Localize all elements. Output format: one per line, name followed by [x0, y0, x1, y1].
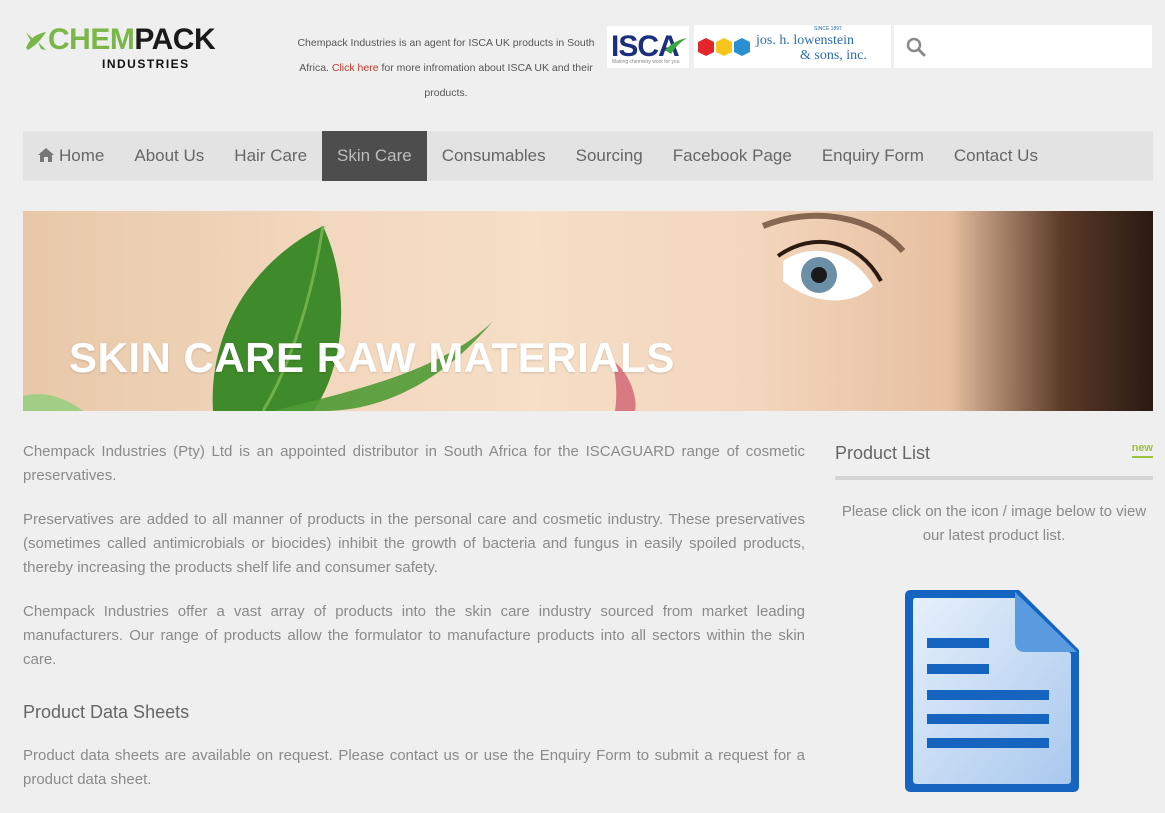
- logo-chem: CHEM: [48, 23, 135, 56]
- home-icon: [38, 148, 54, 162]
- sidebar-title: Product List: [835, 443, 931, 463]
- lowenstein-logo[interactable]: SINCE 1897 jos. h. lowenstein & sons, in…: [694, 25, 891, 68]
- lowenstein-line1: jos. h. lowenstein: [756, 33, 854, 48]
- nav-skin-care[interactable]: Skin Care: [322, 131, 427, 181]
- chempack-logo[interactable]: CHEMPACK INDUSTRIES: [24, 24, 264, 74]
- agent-notice: Chempack Industries is an agent for ISCA…: [290, 31, 602, 106]
- isca-info-link[interactable]: Click here: [332, 62, 379, 74]
- lowenstein-name: jos. h. lowenstein & sons, inc.: [756, 33, 867, 63]
- nav-hair-care[interactable]: Hair Care: [219, 131, 322, 181]
- nav-contact-us[interactable]: Contact Us: [939, 131, 1053, 181]
- sidebar-header: Product List new: [835, 440, 1153, 480]
- lowenstein-line2: & sons, inc.: [800, 48, 867, 63]
- preservatives-paragraph: Preservatives are added to all manner of…: [23, 511, 805, 576]
- hexagons-icon: [698, 38, 750, 56]
- intro-paragraph: Chempack Industries (Pty) Ltd is an appo…: [23, 443, 805, 484]
- search-input[interactable]: [932, 33, 1146, 61]
- sidebar-text: Please click on the icon / image below t…: [841, 503, 1147, 544]
- isca-tagline: Making chemistry work for you: [612, 59, 680, 65]
- search-icon[interactable]: [906, 37, 926, 57]
- nav-facebook-page[interactable]: Facebook Page: [658, 131, 807, 181]
- search-box: [894, 25, 1152, 68]
- document-icon[interactable]: [901, 588, 1083, 796]
- logo-subtitle: INDUSTRIES: [102, 57, 190, 71]
- logo-wordmark: CHEMPACK: [24, 23, 216, 56]
- main-content: Chempack Industries (Pty) Ltd is an appo…: [23, 440, 805, 812]
- data-sheets-paragraph: Product data sheets are available on req…: [23, 747, 805, 788]
- data-sheets-heading: Product Data Sheets: [23, 702, 190, 722]
- banner-title: SKIN CARE RAW MATERIALS: [69, 334, 675, 381]
- nav-sourcing[interactable]: Sourcing: [561, 131, 658, 181]
- swoosh-icon: [665, 38, 687, 54]
- hero-banner: SKIN CARE RAW MATERIALS: [23, 211, 1153, 411]
- nav-consumables[interactable]: Consumables: [427, 131, 561, 181]
- new-badge: new: [1131, 440, 1153, 458]
- lowenstein-since: SINCE 1897: [814, 26, 842, 32]
- nav-about-us[interactable]: About Us: [119, 131, 219, 181]
- logo-pack: PACK: [134, 23, 216, 56]
- main-nav: Home About Us Hair Care Skin Care Consum…: [23, 131, 1153, 181]
- nav-home[interactable]: Home: [23, 131, 119, 181]
- products-paragraph: Chempack Industries offer a vast array o…: [23, 603, 805, 668]
- nav-enquiry-form[interactable]: Enquiry Form: [807, 131, 939, 181]
- leaf-icon: [26, 32, 46, 50]
- sidebar: Product List new Please click on the ico…: [835, 440, 1153, 792]
- isca-logo[interactable]: ISCA Making chemistry work for you: [607, 26, 689, 68]
- nav-home-label: Home: [59, 146, 105, 165]
- agent-text-after: for more infromation about ISCA UK and t…: [378, 62, 593, 99]
